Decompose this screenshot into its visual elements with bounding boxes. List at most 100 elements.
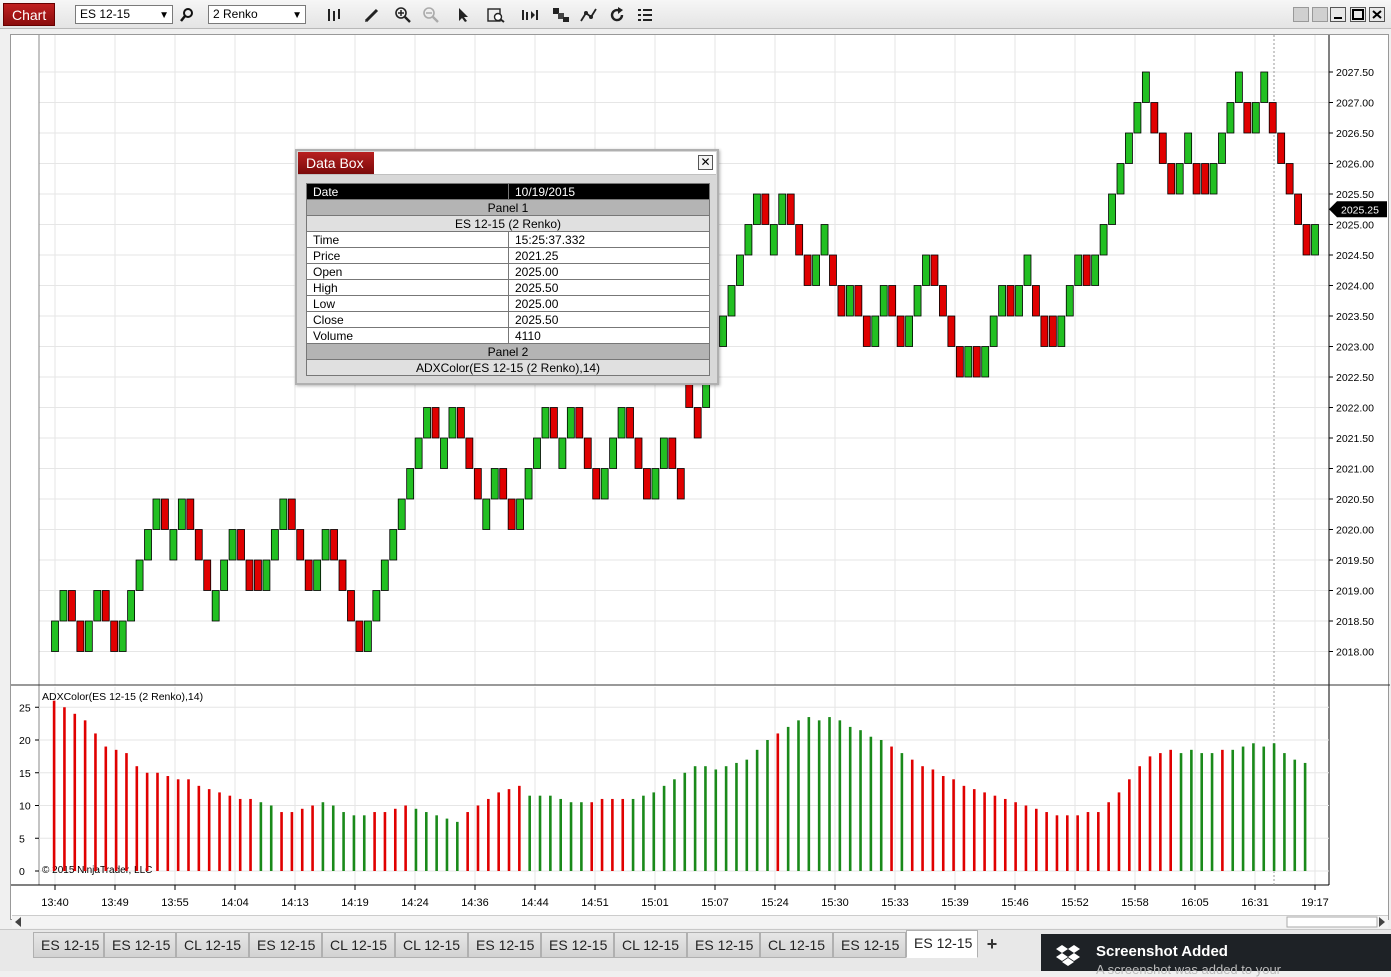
renko-brick-up [414,437,423,469]
adx-bar [176,779,180,871]
data-box-row-value: 2025.50 [508,279,710,296]
close-button[interactable] [1369,7,1385,22]
data-box-date-row: Date 10/19/2015 [306,183,710,200]
renko-brick-up [1175,163,1184,195]
x-tick-label: 14:51 [581,897,609,909]
renko-brick-up [871,315,880,347]
renko-brick-up [1074,254,1083,286]
chart-tab[interactable]: CL 12-15 [614,932,687,958]
adx-bar [362,815,366,871]
chart-tab[interactable]: ES 12-15 [104,932,176,958]
bar-type-selector[interactable]: 2 Renko ▼ [208,5,306,24]
y-tick-label: 2026.50 [1336,128,1374,140]
bars-type-icon[interactable] [324,4,346,25]
renko-brick-down [186,498,195,530]
list-icon[interactable] [634,4,656,25]
renko-brick-down [1158,132,1167,164]
chart-tab[interactable]: CL 12-15 [760,932,833,958]
renko-brick-down [1277,132,1286,164]
renko-brick-up [524,468,533,500]
renko-brick-up [279,498,288,530]
renko-brick-up [482,498,491,530]
data-box-title: Data Box [298,152,374,174]
indicators-icon[interactable] [578,4,600,25]
adx-bar [786,726,790,871]
maximize-button[interactable] [1350,7,1366,22]
renko-brick-up [651,468,660,500]
renko-brick-up [169,529,178,561]
adx-bar [207,789,211,871]
renko-brick-up [566,407,575,439]
chart-tab[interactable]: CL 12-15 [176,932,249,958]
chart-tab-active[interactable]: ES 12-15 [906,930,978,958]
adx-bar [931,769,935,871]
data-box-window[interactable]: Data Box ✕ Date 10/19/2015 Panel 1 ES 12… [295,149,719,385]
y-tick-label: 2020.50 [1336,494,1374,506]
zoom-out-icon[interactable] [420,4,442,25]
chart-tab[interactable]: ES 12-15 [33,932,104,958]
minimize-button[interactable] [1330,7,1346,22]
chart-tab[interactable]: ES 12-15 [687,932,760,958]
renko-brick-down [1082,254,1091,286]
data-box-row: Time 15:25:37.332 [306,231,710,248]
search-icon[interactable] [176,4,198,25]
renko-brick-up [440,437,448,469]
instrument-selector[interactable]: ES 12-15 ▼ [75,5,173,24]
chart-tab[interactable]: CL 12-15 [395,932,468,958]
y-tick-label: 2018.00 [1336,647,1374,659]
adx-bar [321,802,325,871]
adx-bar [600,798,604,871]
pencil-icon[interactable] [361,4,383,25]
adx-bar [993,795,997,871]
renko-brick-up [820,224,829,256]
chart-tab[interactable]: ES 12-15 [833,932,906,958]
x-tick-label: 14:13 [281,897,309,909]
adx-bar [300,808,304,871]
chart-menu-button[interactable]: Chart [3,3,55,26]
renko-brick-down [203,559,212,591]
renko-brick-up [1209,163,1218,195]
chart-tab[interactable]: ES 12-15 [249,932,322,958]
renko-brick-up [321,529,330,561]
adx-bar [1221,749,1224,871]
renko-brick-up [84,620,93,652]
screenshot-toast[interactable]: Screenshot Added A screenshot was added … [1041,934,1391,977]
chart-toolbar: Chart ES 12-15 ▼ 2 Renko ▼ [0,0,1391,29]
adx-bar [652,792,656,871]
add-tab-button[interactable]: + [980,933,1004,957]
window-button-1[interactable] [1293,7,1309,22]
x-tick-label: 13:49 [101,897,129,909]
adx-bar [1003,798,1007,871]
data-box-row: Volume 4110 [306,327,710,344]
chart-tab[interactable]: ES 12-15 [468,932,541,958]
renko-brick-up [1091,254,1100,286]
x-tick-label: 19:17 [1301,897,1329,909]
reload-icon[interactable] [606,4,628,25]
data-box-row: Low 2025.00 [306,295,710,312]
adx-bar [972,789,976,871]
adx-bar [1231,749,1235,871]
data-box-row: Close 2025.50 [306,311,710,328]
window-button-2[interactable] [1312,7,1328,22]
pointer-icon[interactable] [453,4,475,25]
renko-brick-down [829,254,837,286]
indicator-y-tick-label: 15 [19,768,31,780]
data-box-icon[interactable] [485,4,507,25]
horizontal-scrollbar[interactable] [12,915,1388,928]
bar-spacing-icon[interactable] [519,4,541,25]
chart-tab[interactable]: ES 12-15 [541,932,614,958]
close-icon[interactable]: ✕ [698,155,713,170]
adx-bar [1272,743,1276,871]
chart-tab[interactable]: CL 12-15 [322,932,395,958]
renko-brick-up [1226,102,1235,134]
adx-bar [1293,759,1297,871]
properties-icon[interactable] [550,4,572,25]
data-box-row-label: High [306,279,509,296]
renko-brick-up [1218,132,1226,164]
adx-bar [383,812,387,871]
renko-brick-up [51,620,59,652]
zoom-in-icon[interactable] [392,4,414,25]
renko-brick-up [380,559,389,591]
chevron-down-icon: ▼ [159,10,169,21]
renko-brick-down [76,620,85,652]
